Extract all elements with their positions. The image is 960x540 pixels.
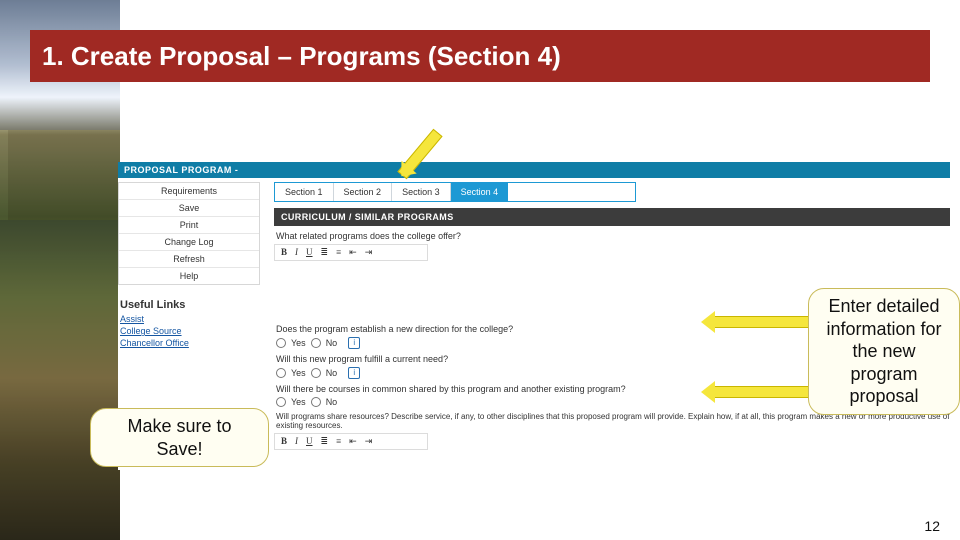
bold-icon[interactable]: B [281, 247, 287, 258]
list-ordered-icon[interactable]: ≡ [336, 436, 341, 447]
slide-number: 12 [924, 518, 940, 534]
tab-section-2[interactable]: Section 2 [334, 183, 393, 201]
callout-save-text: Make sure to Save! [127, 416, 231, 459]
slide-title: 1. Create Proposal – Programs (Section 4… [42, 41, 561, 72]
radio-common-no[interactable] [311, 397, 321, 407]
indent-icon[interactable]: ⇥ [365, 247, 373, 258]
sidebar-actions: Requirements Save Print Change Log Refre… [118, 182, 260, 285]
sidebar-item-help[interactable]: Help [119, 268, 259, 284]
callout-enter-text: Enter detailed information for the new p… [826, 296, 941, 406]
bold-icon[interactable]: B [281, 436, 287, 447]
info-icon[interactable]: i [348, 367, 360, 379]
question-related-programs: What related programs does the college o… [276, 231, 950, 241]
arrow-to-form-lower [714, 386, 812, 398]
list-unordered-icon[interactable]: ≣ [321, 247, 329, 258]
proposal-program-header: PROPOSAL PROGRAM - [118, 162, 950, 178]
section-tabs: Section 1 Section 2 Section 3 Section 4 [274, 182, 636, 202]
link-assist[interactable]: Assist [120, 313, 268, 325]
radio-need-no[interactable] [311, 368, 321, 378]
info-icon[interactable]: i [348, 337, 360, 349]
radio-direction-yes[interactable] [276, 338, 286, 348]
slide-title-band: 1. Create Proposal – Programs (Section 4… [30, 30, 930, 82]
radio-need-yes[interactable] [276, 368, 286, 378]
underline-icon[interactable]: U [306, 247, 313, 258]
italic-icon[interactable]: I [295, 436, 298, 447]
curriculum-header: CURRICULUM / SIMILAR PROGRAMS [274, 208, 950, 226]
rich-text-toolbar-2[interactable]: B I U ≣ ≡ ⇤ ⇥ [274, 433, 428, 450]
callout-save: Make sure to Save! [90, 408, 269, 467]
underline-icon[interactable]: U [306, 436, 313, 447]
sidebar-item-refresh[interactable]: Refresh [119, 251, 259, 268]
callout-enter-info: Enter detailed information for the new p… [808, 288, 960, 415]
italic-icon[interactable]: I [295, 247, 298, 258]
outdent-icon[interactable]: ⇤ [349, 247, 357, 258]
radio-common-yes[interactable] [276, 397, 286, 407]
sidebar-item-requirements[interactable]: Requirements [119, 183, 259, 200]
link-chancellor-office[interactable]: Chancellor Office [120, 337, 268, 349]
arrow-to-form-upper [714, 316, 812, 328]
rich-text-toolbar-1[interactable]: B I U ≣ ≡ ⇤ ⇥ [274, 244, 428, 261]
question-share-resources: Will programs share resources? Describe … [276, 412, 950, 430]
radio-direction-no[interactable] [311, 338, 321, 348]
useful-links-header: Useful Links [120, 299, 268, 311]
indent-icon[interactable]: ⇥ [365, 436, 373, 447]
tab-section-1[interactable]: Section 1 [275, 183, 334, 201]
sidebar-item-save[interactable]: Save [119, 200, 259, 217]
sidebar-item-change-log[interactable]: Change Log [119, 234, 259, 251]
tab-section-4[interactable]: Section 4 [451, 183, 509, 201]
outdent-icon[interactable]: ⇤ [349, 436, 357, 447]
sidebar-item-print[interactable]: Print [119, 217, 259, 234]
list-unordered-icon[interactable]: ≣ [321, 436, 329, 447]
link-college-source[interactable]: College Source [120, 325, 268, 337]
list-ordered-icon[interactable]: ≡ [336, 247, 341, 258]
